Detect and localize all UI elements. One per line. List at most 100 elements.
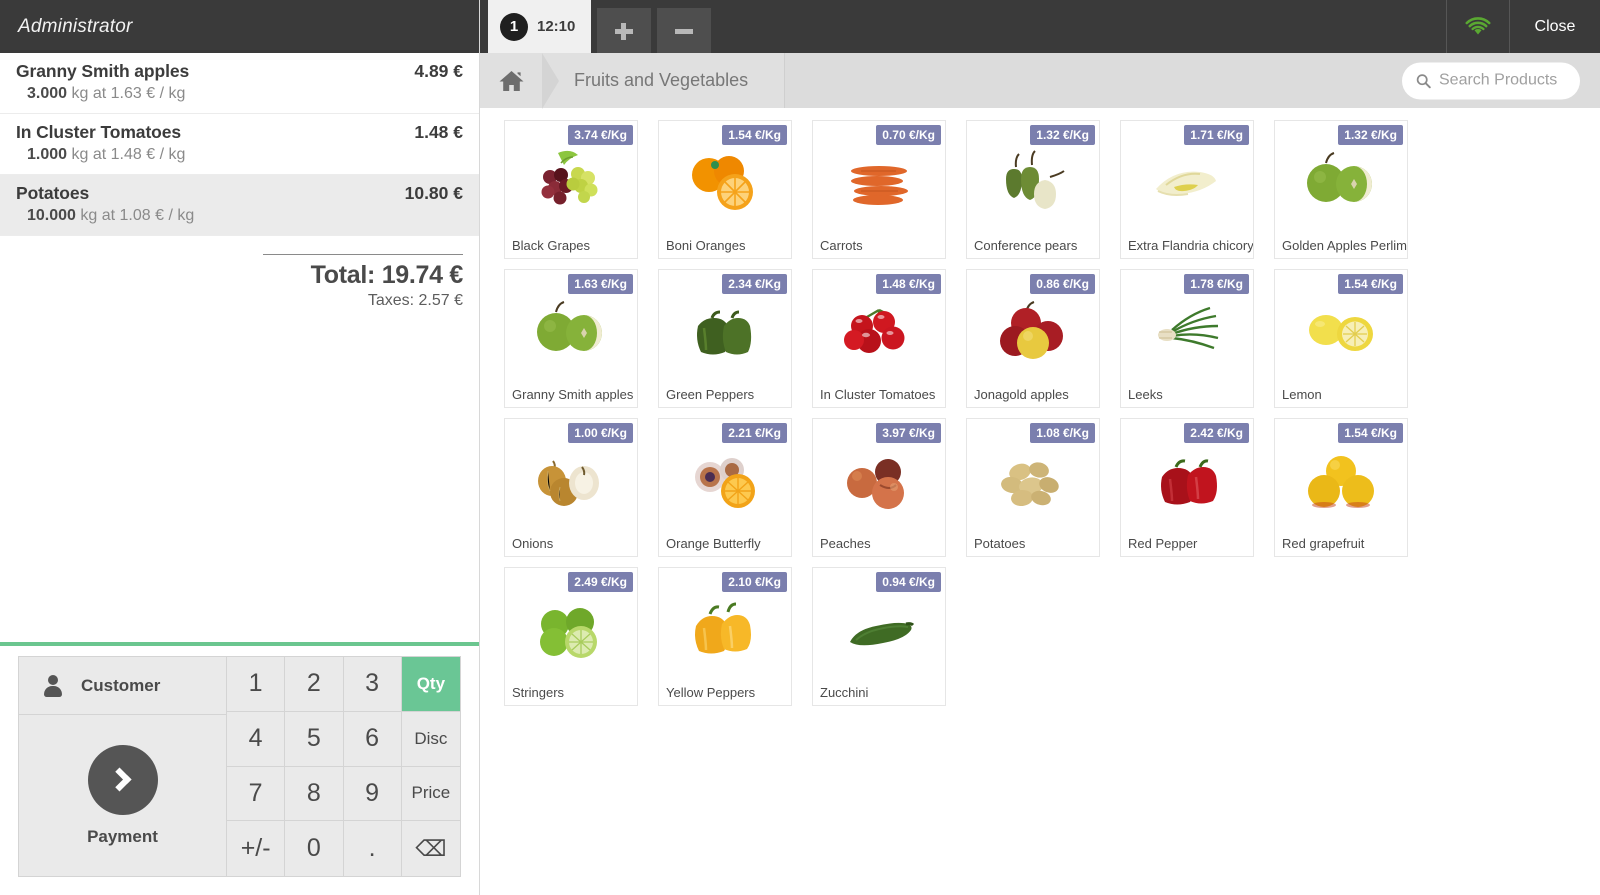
- wifi-status-button[interactable]: [1447, 0, 1509, 53]
- top-bar: 1 12:10 Close: [480, 0, 1600, 53]
- numpad-key-price[interactable]: Price: [401, 766, 460, 822]
- product-card[interactable]: 1.54 €/Kg Lemon: [1274, 269, 1408, 408]
- product-card[interactable]: 2.21 €/Kg Orange Butterfly: [658, 418, 792, 557]
- numpad-key-4[interactable]: 4: [227, 711, 286, 767]
- product-name: Red Pepper: [1128, 535, 1198, 551]
- product-card[interactable]: 1.78 €/Kg Leeks: [1120, 269, 1254, 408]
- order-line[interactable]: In Cluster Tomatoes 1.48 € 1.000 kg at 1.4…: [0, 114, 479, 175]
- product-price: 1.54 €/Kg: [722, 125, 787, 145]
- cashier-bar: Administrator: [0, 0, 479, 53]
- product-name: Granny Smith apples: [512, 386, 634, 402]
- product-price: 0.94 €/Kg: [876, 572, 941, 592]
- order-line[interactable]: Granny Smith apples 4.89 € 3.000 kg at 1.6…: [0, 53, 479, 114]
- order-line-qty: 10.000: [27, 207, 76, 224]
- product-card[interactable]: 1.48 €/Kg In Cluster Tomatoes: [812, 269, 946, 408]
- numpad-key-6[interactable]: 6: [343, 711, 402, 767]
- customer-button[interactable]: Customer: [19, 657, 226, 715]
- product-name: Orange Butterfly: [666, 535, 761, 551]
- product-card[interactable]: 1.32 €/Kg Conference pears: [966, 120, 1100, 259]
- numpad-key-3[interactable]: 3: [343, 657, 402, 712]
- product-card[interactable]: 1.00 €/Kg Onions: [504, 418, 638, 557]
- order-tabs: 1 12:10: [480, 0, 712, 53]
- product-name: Peaches: [820, 535, 871, 551]
- product-cell: 0.86 €/Kg Jonagold apples: [966, 269, 1120, 418]
- breadcrumb: Fruits and Vegetables Search Products: [480, 52, 1600, 109]
- product-card[interactable]: 2.10 €/Kg Yellow Peppers: [658, 567, 792, 706]
- numpad-key-7[interactable]: 7: [227, 766, 286, 822]
- product-cell: 2.49 €/Kg Stringers: [504, 567, 658, 716]
- product-card[interactable]: 1.32 €/Kg Golden Apples Perlim: [1274, 120, 1408, 259]
- product-name: Conference pears: [974, 237, 1078, 253]
- product-name: Golden Apples Perlim: [1282, 237, 1407, 253]
- product-card[interactable]: 1.08 €/Kg Potatoes: [966, 418, 1100, 557]
- product-cell: 1.71 €/Kg Extra Flandria chicory: [1120, 120, 1274, 269]
- order-line-price: 4.89 €: [414, 61, 463, 81]
- order-line[interactable]: Potatoes 10.80 € 10.000 kg at 1.08 € / kg: [0, 175, 479, 236]
- close-button[interactable]: Close: [1510, 0, 1600, 53]
- product-cell: 1.08 €/Kg Potatoes: [966, 418, 1120, 567]
- products-panel: 1 12:10 Close Fruits and Vegetables Sear…: [480, 0, 1600, 895]
- product-card[interactable]: 2.42 €/Kg Red Pepper: [1120, 418, 1254, 557]
- product-price: 3.97 €/Kg: [876, 423, 941, 443]
- product-card[interactable]: 2.49 €/Kg Stringers: [504, 567, 638, 706]
- product-price: 1.71 €/Kg: [1184, 125, 1249, 145]
- order-line-detail: 10.000 kg at 1.08 € / kg: [16, 207, 463, 225]
- product-name: Red grapefruit: [1282, 535, 1365, 551]
- product-price: 1.32 €/Kg: [1030, 125, 1095, 145]
- person-icon: [43, 675, 63, 697]
- numpad-key-[interactable]: +/-: [227, 821, 286, 876]
- numpad-key-0[interactable]: 0: [285, 821, 344, 876]
- product-name: Leeks: [1128, 386, 1163, 402]
- product-card[interactable]: 3.97 €/Kg Peaches: [812, 418, 946, 557]
- numpad-key-qty[interactable]: Qty: [401, 657, 460, 712]
- product-cell: 1.63 €/Kg Granny Smith apples: [504, 269, 658, 418]
- product-name: Potatoes: [974, 535, 1026, 551]
- order-line-unit: kg at 1.48 € / kg: [71, 146, 186, 163]
- wifi-icon: [1465, 16, 1491, 34]
- numpad-key-8[interactable]: 8: [285, 766, 344, 822]
- numpad-key-5[interactable]: 5: [285, 711, 344, 767]
- product-price: 1.78 €/Kg: [1184, 274, 1249, 294]
- product-area: 3.74 €/Kg Black Grapes 1.54 €/Kg Boni Orang…: [480, 108, 1600, 895]
- numpad-key-[interactable]: ⌫: [401, 821, 460, 876]
- product-card[interactable]: 0.94 €/Kg Zucchini: [812, 567, 946, 706]
- remove-order-button[interactable]: [657, 8, 712, 53]
- order-line-detail: 1.000 kg at 1.48 € / kg: [16, 146, 463, 164]
- payment-arrow-icon: [87, 744, 158, 815]
- product-grid: 3.74 €/Kg Black Grapes 1.54 €/Kg Boni Orang…: [480, 120, 1600, 716]
- product-card[interactable]: 1.54 €/Kg Boni Oranges: [658, 120, 792, 259]
- product-card[interactable]: 0.70 €/Kg Carrots: [812, 120, 946, 259]
- numpad-key-2[interactable]: 2: [285, 657, 344, 712]
- product-cell: 0.94 €/Kg Zucchini: [812, 567, 966, 716]
- numpad-key-1[interactable]: 1: [227, 657, 286, 712]
- product-cell: 2.21 €/Kg Orange Butterfly: [658, 418, 812, 567]
- numpad-key-9[interactable]: 9: [343, 766, 402, 822]
- order-line-unit: kg at 1.63 € / kg: [71, 85, 186, 102]
- plus-icon: [614, 21, 634, 41]
- numpad-key-[interactable]: .: [343, 821, 402, 876]
- product-cell: 0.70 €/Kg Carrots: [812, 120, 966, 269]
- product-card[interactable]: 1.71 €/Kg Extra Flandria chicory: [1120, 120, 1254, 259]
- payment-button[interactable]: Payment: [19, 715, 226, 876]
- numpad-key-disc[interactable]: Disc: [401, 711, 460, 767]
- add-order-button[interactable]: [597, 8, 652, 53]
- order-tab-1[interactable]: 1 12:10: [488, 0, 592, 53]
- breadcrumb-category[interactable]: Fruits and Vegetables: [568, 53, 784, 108]
- order-line-unit: kg at 1.08 € / kg: [80, 207, 195, 224]
- product-cell: 1.00 €/Kg Onions: [504, 418, 658, 567]
- product-price: 1.48 €/Kg: [876, 274, 941, 294]
- product-cell: 2.42 €/Kg Red Pepper: [1120, 418, 1274, 567]
- product-cell: 1.48 €/Kg In Cluster Tomatoes: [812, 269, 966, 418]
- product-cell: 1.54 €/Kg Lemon: [1274, 269, 1428, 418]
- product-card[interactable]: 3.74 €/Kg Black Grapes: [504, 120, 638, 259]
- product-card[interactable]: 1.63 €/Kg Granny Smith apples: [504, 269, 638, 408]
- product-card[interactable]: 1.54 €/Kg Red grapefruit: [1274, 418, 1408, 557]
- product-card[interactable]: 0.86 €/Kg Jonagold apples: [966, 269, 1100, 408]
- product-card[interactable]: 2.34 €/Kg Green Peppers: [658, 269, 792, 408]
- minus-icon: [674, 21, 694, 41]
- order-tab-number: 1: [500, 12, 528, 41]
- product-price: 0.86 €/Kg: [1030, 274, 1095, 294]
- search-input[interactable]: Search Products: [1402, 62, 1580, 99]
- breadcrumb-home-button[interactable]: [480, 53, 542, 108]
- breadcrumb-separator-icon: [542, 52, 568, 109]
